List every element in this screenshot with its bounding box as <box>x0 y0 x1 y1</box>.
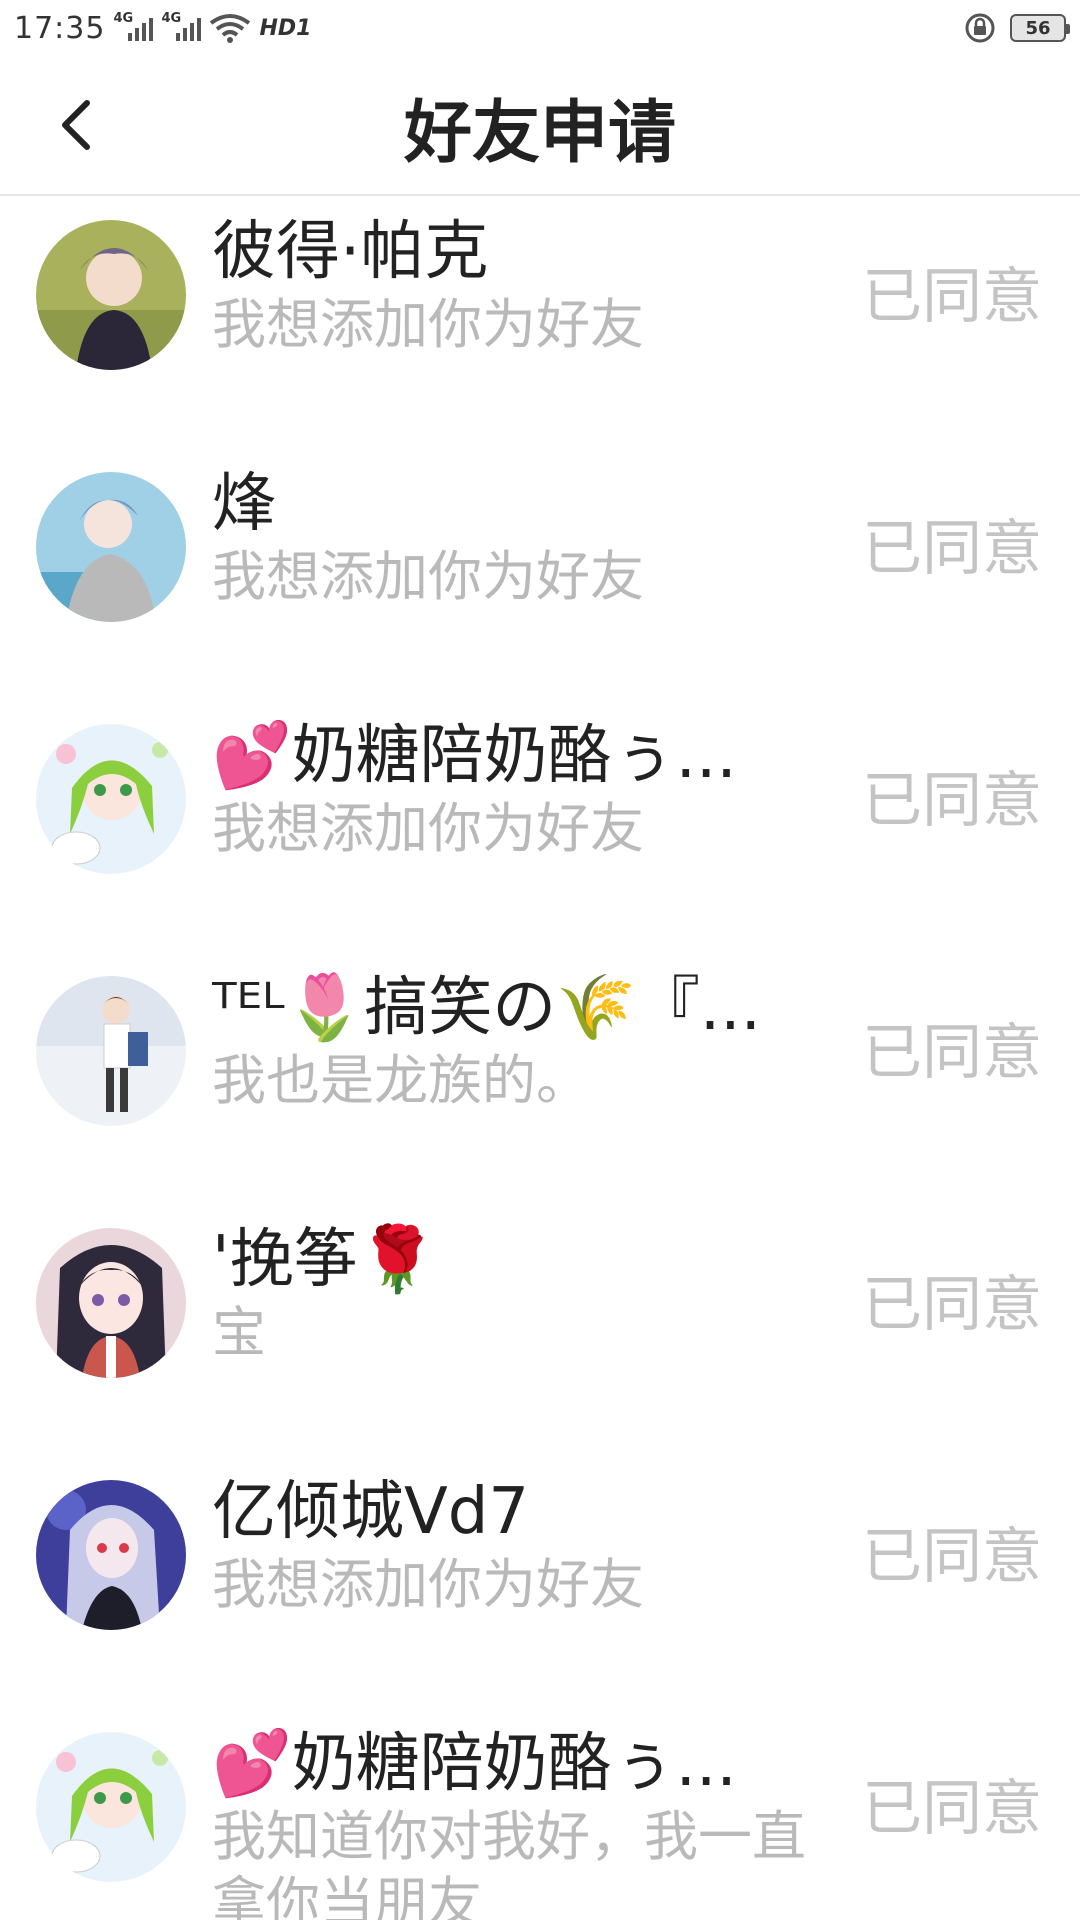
avatar[interactable] <box>36 1732 186 1882</box>
status-left: 17:35 4G 4G HD1 <box>14 11 311 46</box>
request-name: 亿倾城Vd7 <box>212 1475 530 1549</box>
avatar[interactable] <box>36 472 186 622</box>
request-status: 已同意 <box>862 1018 1042 1088</box>
wifi-icon <box>210 14 251 43</box>
request-message: 我想添加你为好友 <box>212 293 644 356</box>
list-item[interactable]: 💕奶糖陪奶酪ぅ... 我想添加你为好友 已同意 <box>0 656 1080 908</box>
avatar[interactable] <box>36 724 186 874</box>
request-name: 💕奶糖陪奶酪ぅ... <box>212 719 737 793</box>
status-bar: 17:35 4G 4G HD1 56 <box>0 0 1080 56</box>
request-name: 烽 <box>212 467 276 541</box>
list-item[interactable]: 💕奶糖陪奶酪ぅ... 我知道你对我好，我一直拿你当朋友 已同意 <box>0 1664 1080 1920</box>
status-right: 56 <box>964 12 1070 44</box>
avatar[interactable] <box>36 1228 186 1378</box>
request-message: 我知道你对我好，我一直拿你当朋友 <box>212 1805 806 1920</box>
list-item[interactable]: 烽 我想添加你为好友 已同意 <box>0 404 1080 656</box>
request-message: 宝 <box>212 1301 266 1364</box>
friend-request-list[interactable]: 彼得·帕克 我想添加你为好友 已同意 烽 我想添加你为好友 已同意 💕奶糖陪奶酪… <box>0 196 1080 1920</box>
request-message: 我也是龙族的。 <box>212 1049 590 1112</box>
battery-level: 56 <box>1025 17 1051 39</box>
request-name: 💕奶糖陪奶酪ぅ... <box>212 1727 737 1801</box>
signal-icon: 4G <box>113 11 154 43</box>
request-message: 我想添加你为好友 <box>212 545 644 608</box>
request-name: ᵀᴱᴸ🌷搞笑の🌾『... <box>212 971 761 1045</box>
friend-request-screen: 17:35 4G 4G HD1 56 好友申请 彼得·帕克 我想添加你为好友 已… <box>0 0 1080 1920</box>
request-status: 已同意 <box>862 1270 1042 1340</box>
request-status: 已同意 <box>862 1774 1042 1844</box>
avatar[interactable] <box>36 976 186 1126</box>
hd-indicator: HD1 <box>259 15 312 41</box>
request-status: 已同意 <box>862 262 1042 332</box>
nav-bar: 好友申请 <box>0 56 1080 196</box>
request-status: 已同意 <box>862 1522 1042 1592</box>
rotation-lock-icon <box>965 13 995 43</box>
page-title: 好友申请 <box>403 93 676 173</box>
list-item[interactable]: 亿倾城Vd7 我想添加你为好友 已同意 <box>0 1412 1080 1664</box>
status-time: 17:35 <box>14 10 106 46</box>
request-name: 彼得·帕克 <box>212 215 489 289</box>
list-item[interactable]: 彼得·帕克 我想添加你为好友 已同意 <box>0 196 1080 404</box>
request-message: 我想添加你为好友 <box>212 1553 644 1616</box>
avatar[interactable] <box>36 220 186 370</box>
list-item[interactable]: '挽筝🌹 宝 已同意 <box>0 1160 1080 1412</box>
signal-icon: 4G <box>161 11 202 43</box>
request-name: '挽筝🌹 <box>212 1223 438 1297</box>
battery-icon: 56 <box>1010 14 1070 42</box>
avatar[interactable] <box>36 1480 186 1630</box>
list-item[interactable]: ᵀᴱᴸ🌷搞笑の🌾『... 我也是龙族的。 已同意 <box>0 908 1080 1160</box>
request-status: 已同意 <box>862 766 1042 836</box>
request-status: 已同意 <box>862 514 1042 584</box>
request-message: 我想添加你为好友 <box>212 797 644 860</box>
